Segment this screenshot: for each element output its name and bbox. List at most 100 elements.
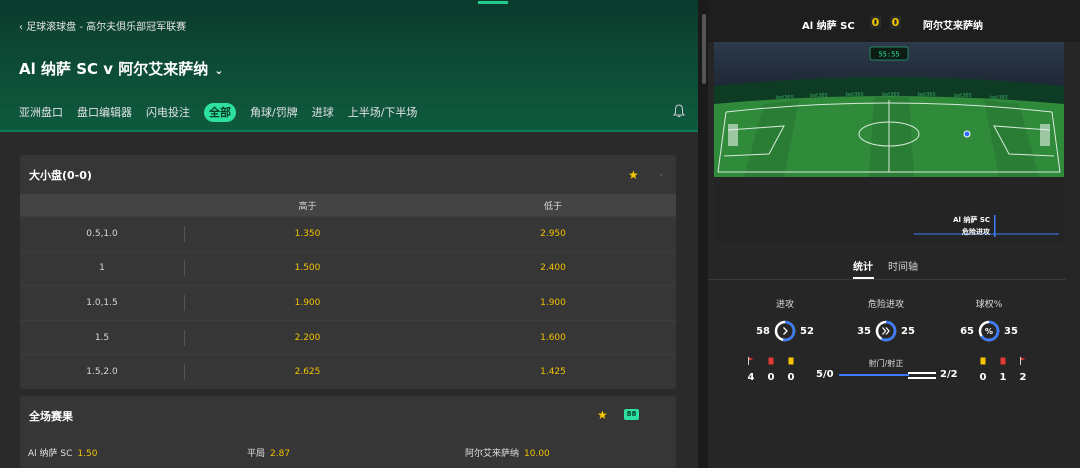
away-score: 0 [890, 16, 901, 29]
bet-builder-badge: 88 [624, 409, 639, 420]
stat-home-value: 58 [756, 325, 770, 337]
home-yellow: 0 [787, 372, 795, 383]
stat-possession: 球权% 65 % 35 [944, 297, 1034, 342]
shots-stat: 射门/射正 5/0 2/2 [816, 358, 958, 380]
match-header: ‹ 足球滚球盘 - 高尔夫俱乐部冠军联赛 Al 纳萨 SC v 阿尔艾来萨纳 ⌄ … [0, 0, 698, 132]
tab-stats[interactable]: 统计 [853, 258, 873, 273]
over-odds[interactable]: 1.500 [185, 263, 430, 273]
corner-flag-icon [748, 357, 754, 365]
tab-timeline[interactable]: 时间轴 [888, 258, 918, 273]
tab-bet-builder[interactable]: 盘口编辑器 [77, 103, 132, 122]
selection-odds[interactable]: 2.87 [270, 449, 290, 459]
yellow-card-icon [788, 357, 794, 365]
corner-flag-icon [1020, 357, 1026, 365]
selection-name: 平局 [247, 449, 266, 459]
market-header[interactable]: 大小盘(0-0) ★ ⌄ [20, 155, 676, 194]
selection-odds[interactable]: 1.50 [77, 449, 97, 459]
under-odds[interactable]: 1.425 [430, 367, 676, 377]
top-indicator-bar [0, 0, 698, 5]
stat-attacks: 进攻 58 52 [740, 297, 830, 342]
market-header[interactable]: 全场赛果 ★ 88 [20, 396, 676, 435]
tab-halves[interactable]: 上半场/下半场 [348, 103, 418, 122]
stat-home-value: 35 [857, 325, 871, 337]
away-red: 1 [999, 372, 1007, 383]
star-icon[interactable]: ★ [597, 408, 608, 422]
active-indicator [478, 1, 508, 4]
home-red: 0 [767, 372, 775, 383]
red-card-icon [1000, 357, 1006, 365]
breadcrumb-label[interactable]: 足球滚球盘 - 高尔夫俱乐部冠军联赛 [26, 22, 186, 33]
under-odds[interactable]: 1.600 [430, 333, 676, 343]
over-odds[interactable]: 1.900 [185, 298, 430, 308]
match-title[interactable]: Al 纳萨 SC v 阿尔艾来萨纳 ⌄ [19, 58, 223, 79]
chevron-down-icon[interactable]: ⌄ [657, 168, 665, 179]
selection-name: 阿尔艾来萨纳 [465, 449, 520, 459]
tab-flash-bet[interactable]: 闪电投注 [146, 103, 190, 122]
overlay-event: 危险进攻 [961, 227, 991, 236]
tab-all[interactable]: 全部 [204, 103, 236, 122]
dangerous-attack-ring-icon [875, 320, 897, 342]
scrollbar[interactable] [702, 14, 706, 84]
selection-name: Al 纳萨 SC [28, 449, 73, 459]
yellow-card-icon [980, 357, 986, 365]
over-odds[interactable]: 2.625 [185, 367, 430, 377]
selection-home[interactable]: Al 纳萨 SC 1.50 [28, 446, 97, 459]
attack-ring-icon [774, 320, 796, 342]
breadcrumb[interactable]: ‹ 足球滚球盘 - 高尔夫俱乐部冠军联赛 [19, 18, 186, 33]
shots-label: 射门/射正 [868, 359, 904, 368]
shots-away: 2/2 [940, 369, 958, 380]
tab-asian-handicap[interactable]: 亚洲盘口 [19, 103, 63, 122]
selection-away[interactable]: 阿尔艾来萨纳 10.00 [465, 446, 550, 459]
pitch-visualization: bet365 bet365 bet365 bet365 bet365 bet365 be… [714, 42, 1064, 243]
stat-away-value: 52 [800, 325, 814, 337]
shots-away-bar [908, 377, 936, 379]
under-odds[interactable]: 1.900 [430, 298, 676, 308]
match-title-label[interactable]: Al 纳萨 SC v 阿尔艾来萨纳 [19, 60, 208, 78]
away-team: 阿尔艾来萨纳 [923, 21, 983, 32]
stats-tabs: 统计 时间轴 [708, 250, 1066, 280]
active-tab-underline [853, 277, 874, 279]
stat-away-value: 25 [901, 325, 915, 337]
market-tabs: 亚洲盘口 盘口编辑器 闪电投注 全部 角球/罚牌 进球 上半场/下半场 [19, 103, 417, 122]
stat-dangerous-attacks: 危险进攻 35 25 [841, 297, 931, 342]
tab-goals[interactable]: 进球 [312, 103, 334, 122]
under-odds[interactable]: 2.950 [430, 229, 676, 239]
over-under-market: 大小盘(0-0) ★ ⌄ 高于 低于 0.5,1.0 1.350 2.950 1… [20, 155, 676, 389]
overlay-team: Al 纳萨 SC [953, 215, 990, 224]
tab-corners-cards[interactable]: 角球/罚牌 [250, 103, 298, 122]
full-time-result-market: 全场赛果 ★ 88 Al 纳萨 SC 1.50 平局 2.87 阿尔艾来萨纳 10.0… [20, 396, 676, 468]
home-corners: 4 [747, 372, 755, 383]
market-area: ‹ 足球滚球盘 - 高尔夫俱乐部冠军联赛 Al 纳萨 SC v 阿尔艾来萨纳 ⌄ … [0, 0, 698, 468]
scoreboard: Al 纳萨 SC 0 0 阿尔艾来萨纳 [708, 0, 1080, 42]
selection-odds[interactable]: 10.00 [524, 449, 550, 459]
possession-ring-icon: % [978, 320, 1000, 342]
star-icon[interactable]: ★ [628, 168, 639, 182]
market-title: 全场赛果 [29, 409, 73, 423]
stat-label: 危险进攻 [867, 300, 904, 310]
match-clock: 55:55 [878, 51, 899, 59]
market-title: 大小盘(0-0) [29, 168, 92, 182]
bell-icon[interactable] [673, 104, 685, 118]
line-label: 1.5,2.0 [20, 364, 185, 381]
chevron-down-icon[interactable]: ⌄ [214, 64, 223, 77]
away-corners: 2 [1019, 372, 1027, 383]
line-label: 1 [20, 260, 185, 277]
market-row: 1 1.500 2.400 [20, 250, 676, 286]
col-under: 低于 [543, 201, 562, 212]
market-row: 1.5 2.200 1.600 [20, 319, 676, 355]
over-odds[interactable]: 2.200 [185, 333, 430, 343]
market-row: 1.5,2.0 2.625 1.425 [20, 354, 676, 389]
shots-home: 5/0 [816, 369, 834, 380]
under-odds[interactable]: 2.400 [430, 263, 676, 273]
line-label: 0.5,1.0 [20, 225, 185, 242]
stat-away-value: 35 [1004, 325, 1018, 337]
selection-draw[interactable]: 平局 2.87 [247, 446, 290, 459]
shots-home-bar [839, 374, 909, 376]
line-label: 1.0,1.5 [20, 294, 185, 311]
match-tracker: Al 纳萨 SC 0 0 阿尔艾来萨纳 bet365 bet365 bet365 b… [708, 0, 1080, 468]
home-score: 0 [870, 16, 881, 29]
home-team: Al 纳萨 SC [802, 21, 855, 32]
shots-away-bar [908, 372, 936, 374]
over-odds[interactable]: 1.350 [185, 229, 430, 239]
stat-home-value: 65 [960, 325, 974, 337]
